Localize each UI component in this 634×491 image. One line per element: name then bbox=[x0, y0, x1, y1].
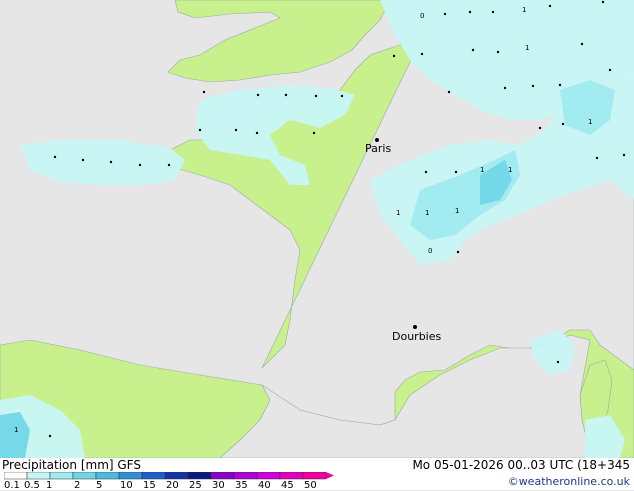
scale-cell bbox=[26, 472, 51, 480]
scale-tick-label: 25 bbox=[189, 480, 202, 491]
scale-cell bbox=[72, 472, 97, 480]
scale-cell bbox=[118, 472, 143, 480]
scale-cell bbox=[302, 472, 327, 480]
scale-arrow bbox=[326, 472, 334, 479]
scale-tick-label: 20 bbox=[166, 480, 179, 491]
scale-tick-label: 15 bbox=[143, 480, 156, 491]
precip-value: 0 bbox=[428, 247, 432, 255]
precip-value: 1 bbox=[455, 207, 459, 215]
scale-cell bbox=[49, 472, 74, 480]
precip-value: 1 bbox=[425, 209, 429, 217]
scale-tick-label: 10 bbox=[120, 480, 133, 491]
scale-tick-label: 30 bbox=[212, 480, 225, 491]
scale-cell bbox=[256, 472, 281, 480]
dourbies-marker bbox=[413, 325, 417, 329]
scale-cell bbox=[95, 472, 120, 480]
precip-value: 1 bbox=[525, 44, 529, 52]
scale-cell bbox=[279, 472, 304, 480]
scale-cell bbox=[210, 472, 235, 480]
legend-footer: Precipitation [mm] GFS Mo 05-01-2026 00.… bbox=[0, 458, 634, 491]
scale-cell bbox=[187, 472, 212, 480]
copyright-text: ©weatheronline.co.uk bbox=[507, 475, 630, 488]
scale-cell bbox=[141, 472, 166, 480]
scale-tick-label: 40 bbox=[258, 480, 271, 491]
scale-tick-label: 45 bbox=[281, 480, 294, 491]
precip-value: 1 bbox=[480, 166, 484, 174]
scale-tick-label: 1 bbox=[46, 480, 53, 491]
city-label-paris: Paris bbox=[365, 142, 391, 155]
scale-tick-label: 2 bbox=[74, 480, 81, 491]
scale-cell bbox=[164, 472, 189, 480]
color-scale-bar bbox=[4, 472, 334, 480]
scale-tick-label: 5 bbox=[96, 480, 103, 491]
city-label-dourbies: Dourbies bbox=[392, 330, 442, 343]
scale-cell bbox=[233, 472, 258, 480]
precipitation-map: Paris Dourbies 1 0 1 1 1 1 1 1 0 1 1 bbox=[0, 0, 634, 458]
scale-tick-label: 0.1 bbox=[4, 480, 20, 491]
precip-value: 1 bbox=[508, 166, 512, 174]
scale-cell bbox=[4, 472, 28, 480]
scale-tick-label: 50 bbox=[304, 480, 317, 491]
precip-value: 1 bbox=[522, 6, 526, 14]
scale-tick-label: 0.5 bbox=[24, 480, 40, 491]
valid-time: Mo 05-01-2026 00..03 UTC (18+345 bbox=[412, 458, 630, 472]
precip-value: 1 bbox=[396, 209, 400, 217]
precip-value: 1 bbox=[14, 426, 18, 434]
precip-value: 0 bbox=[420, 12, 424, 20]
scale-tick-label: 35 bbox=[235, 480, 248, 491]
legend-title: Precipitation [mm] GFS bbox=[2, 458, 141, 472]
precip-value: 1 bbox=[588, 118, 592, 126]
